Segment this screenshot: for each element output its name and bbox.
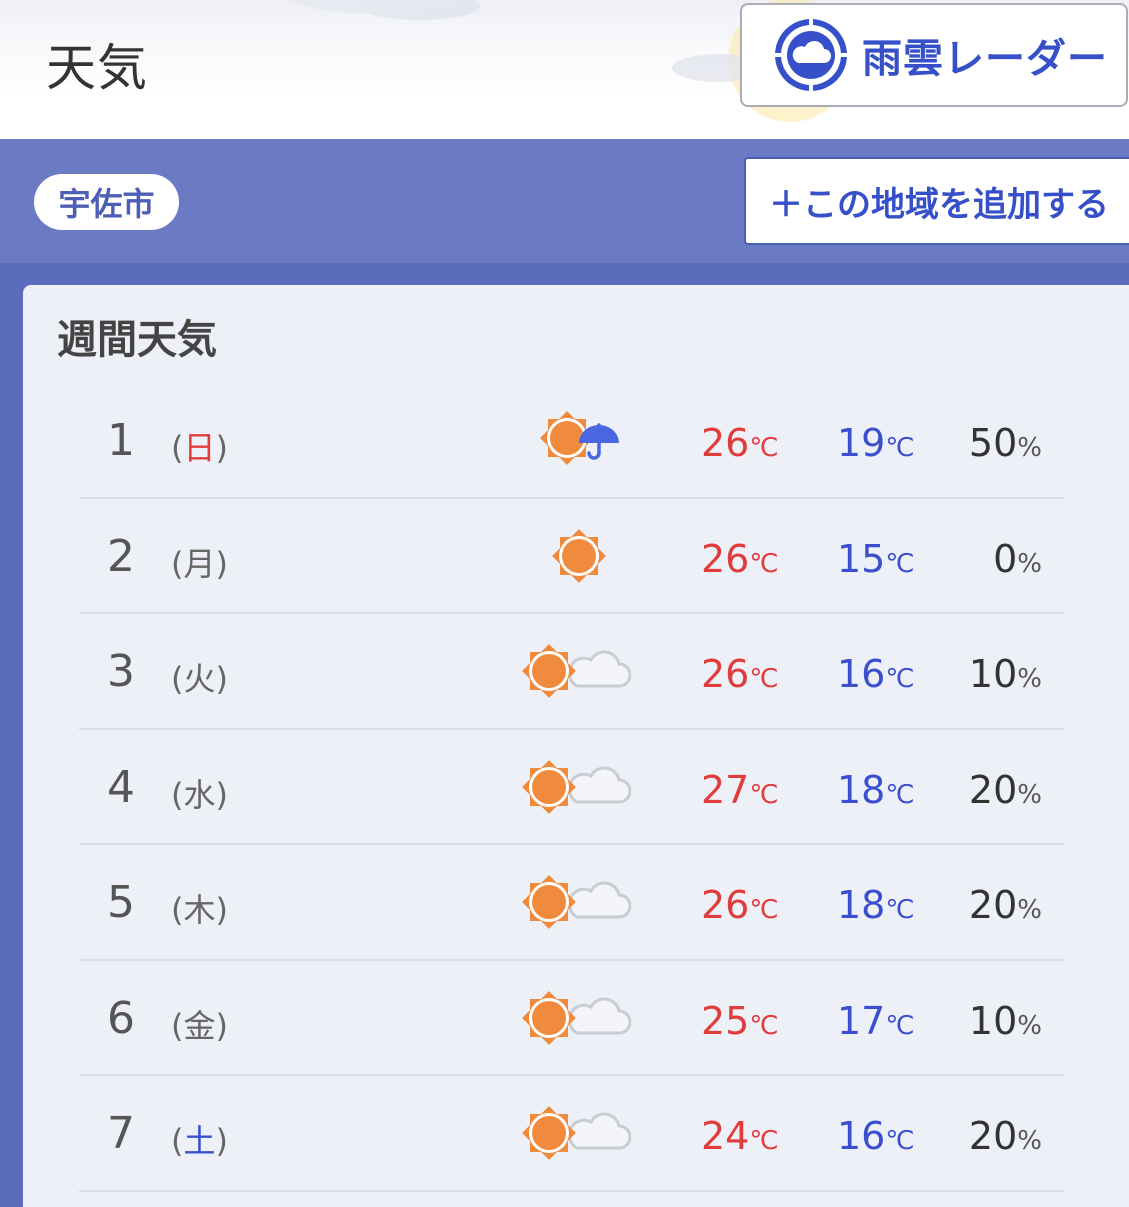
forecast-row: 1 (日) 26℃ 19℃ 50% <box>79 383 1064 499</box>
day-of-week: (日) <box>171 429 228 467</box>
sun-cloud-icon <box>522 759 631 814</box>
day-of-week: (土) <box>171 1122 228 1160</box>
precipitation-probability: 50% <box>968 421 1042 465</box>
min-temperature: 18℃ <box>837 883 915 927</box>
forecast-row: 3 (火) 26℃ 16℃ 10% <box>79 614 1064 730</box>
precipitation-probability: 20% <box>968 883 1042 927</box>
weather-page: 天気 雨雲レーダー 宇佐市 ＋この地域を追加する 週間天気 1 (日) 26℃ 19℃… <box>0 0 1129 1207</box>
max-temperature: 26℃ <box>701 536 779 581</box>
forecast-row: 5 (木) 26℃ 18℃ 20% <box>79 845 1064 961</box>
day-number: 5 <box>107 877 135 928</box>
max-temperature: 26℃ <box>701 421 779 465</box>
sun-cloud-icon <box>522 1106 631 1160</box>
min-temperature: 17℃ <box>837 998 915 1043</box>
forecast-row: 6 (金) 25℃ 17℃ 10% <box>79 961 1064 1076</box>
sun-umbrella-icon <box>540 411 619 465</box>
radar-cloud-icon <box>772 16 850 94</box>
weekly-forecast-card: 週間天気 1 (日) 26℃ 19℃ 50% 2 (月) 26℃ 15℃ 0% 3 (火) 26℃ 16℃… <box>23 285 1129 1207</box>
day-of-week-char: 水 <box>183 775 216 814</box>
max-temperature: 27℃ <box>701 767 779 812</box>
page-title: 天気 <box>46 39 148 97</box>
day-of-week: (火) <box>171 660 228 698</box>
weekly-forecast-list: 1 (日) 26℃ 19℃ 50% 2 (月) 26℃ 15℃ 0% 3 (火) 26℃ 16℃ 10% 4 (… <box>79 383 1064 1192</box>
precipitation-probability: 10% <box>968 652 1042 696</box>
forecast-row: 4 (水) 27℃ 18℃ 20% <box>79 730 1064 845</box>
day-of-week: (水) <box>171 775 228 814</box>
day-number: 7 <box>107 1108 135 1159</box>
day-of-week-char: 木 <box>183 891 216 929</box>
day-number: 6 <box>107 992 135 1044</box>
day-of-week-char: 土 <box>183 1122 216 1160</box>
sun-cloud-icon <box>522 990 631 1045</box>
rain-radar-button[interactable]: 雨雲レーダー <box>740 3 1128 107</box>
min-temperature: 15℃ <box>837 536 915 581</box>
day-of-week: (月) <box>171 544 228 583</box>
day-of-week-char: 火 <box>183 660 216 698</box>
day-of-week-char: 日 <box>183 429 216 467</box>
day-of-week-char: 金 <box>183 1006 216 1045</box>
forecast-row: 7 (土) 24℃ 16℃ 20% <box>79 1076 1064 1192</box>
max-temperature: 26℃ <box>701 883 779 927</box>
region-bar: 宇佐市 ＋この地域を追加する <box>0 139 1129 263</box>
add-area-button[interactable]: ＋この地域を追加する <box>744 157 1129 245</box>
day-of-week: (金) <box>171 1006 228 1045</box>
sun-cloud-icon <box>522 875 631 929</box>
day-number: 1 <box>107 415 135 466</box>
city-badge[interactable]: 宇佐市 <box>34 174 179 230</box>
weekly-title: 週間天気 <box>57 317 217 363</box>
rain-radar-label: 雨雲レーダー <box>862 36 1108 82</box>
max-temperature: 24℃ <box>701 1114 779 1158</box>
header: 天気 雨雲レーダー <box>0 0 1129 139</box>
day-of-week: (木) <box>171 891 228 929</box>
sun-cloud-icon <box>522 644 631 698</box>
day-number: 3 <box>107 646 135 697</box>
min-temperature: 19℃ <box>837 421 915 465</box>
min-temperature: 16℃ <box>837 1114 915 1158</box>
precipitation-probability: 20% <box>968 767 1042 812</box>
forecast-row: 2 (月) 26℃ 15℃ 0% <box>79 499 1064 614</box>
precipitation-probability: 0% <box>993 536 1042 581</box>
max-temperature: 25℃ <box>701 998 779 1043</box>
day-number: 2 <box>107 530 135 582</box>
day-of-week-char: 月 <box>183 544 216 583</box>
precipitation-probability: 10% <box>968 998 1042 1043</box>
day-number: 4 <box>107 761 135 813</box>
min-temperature: 18℃ <box>837 767 915 812</box>
sun-icon <box>552 528 606 583</box>
precipitation-probability: 20% <box>968 1114 1042 1158</box>
max-temperature: 26℃ <box>701 652 779 696</box>
min-temperature: 16℃ <box>837 652 915 696</box>
